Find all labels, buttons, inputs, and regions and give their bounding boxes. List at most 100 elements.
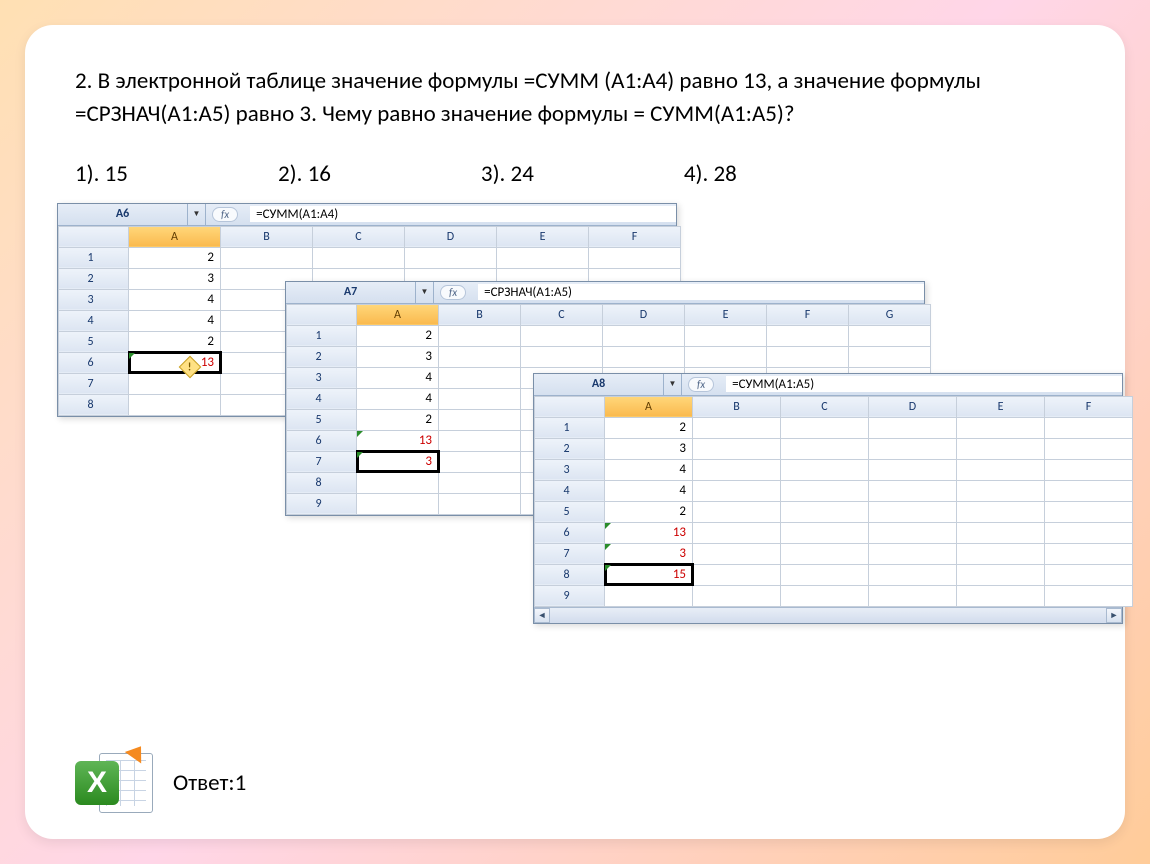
row-header[interactable]: 2 bbox=[287, 346, 357, 367]
name-box[interactable]: A6 bbox=[58, 204, 188, 225]
cell[interactable] bbox=[1045, 564, 1133, 585]
column-header[interactable]: C bbox=[521, 304, 603, 325]
row-header[interactable]: 3 bbox=[59, 289, 129, 310]
row-header[interactable]: 7 bbox=[535, 543, 605, 564]
row-header[interactable]: 5 bbox=[535, 501, 605, 522]
cell[interactable] bbox=[1045, 522, 1133, 543]
cell[interactable]: 2 bbox=[129, 331, 221, 352]
cell[interactable] bbox=[357, 493, 439, 514]
cell[interactable] bbox=[1045, 459, 1133, 480]
cell[interactable] bbox=[781, 480, 869, 501]
column-header[interactable]: C bbox=[313, 226, 405, 247]
cell[interactable] bbox=[129, 394, 221, 415]
cell[interactable] bbox=[357, 472, 439, 493]
cell[interactable]: 3 bbox=[357, 451, 439, 472]
cell[interactable] bbox=[957, 522, 1045, 543]
cell[interactable] bbox=[869, 417, 957, 438]
cell[interactable] bbox=[869, 501, 957, 522]
formula-input[interactable]: =СУММ(A1:A5) bbox=[726, 376, 1122, 392]
column-header[interactable]: B bbox=[439, 304, 521, 325]
cell[interactable] bbox=[869, 459, 957, 480]
cell[interactable] bbox=[439, 493, 521, 514]
cell[interactable]: 2 bbox=[357, 409, 439, 430]
cell[interactable]: 2 bbox=[129, 247, 221, 268]
cell[interactable] bbox=[693, 543, 781, 564]
cell[interactable] bbox=[781, 501, 869, 522]
cell[interactable] bbox=[957, 564, 1045, 585]
cell[interactable] bbox=[129, 373, 221, 394]
cell[interactable] bbox=[497, 247, 589, 268]
cell[interactable] bbox=[439, 472, 521, 493]
column-header[interactable]: G bbox=[849, 304, 931, 325]
cell[interactable]: 3 bbox=[129, 268, 221, 289]
cell[interactable] bbox=[957, 417, 1045, 438]
row-header[interactable]: 1 bbox=[287, 325, 357, 346]
column-header[interactable]: B bbox=[221, 226, 313, 247]
cell[interactable] bbox=[693, 480, 781, 501]
cell[interactable] bbox=[957, 543, 1045, 564]
cell[interactable]: 4 bbox=[357, 388, 439, 409]
cell[interactable] bbox=[439, 367, 521, 388]
row-header[interactable]: 6 bbox=[59, 352, 129, 373]
scroll-left-icon[interactable]: ◄ bbox=[534, 608, 550, 623]
cell[interactable]: 2 bbox=[605, 501, 693, 522]
cell[interactable] bbox=[957, 459, 1045, 480]
row-header[interactable]: 6 bbox=[535, 522, 605, 543]
cell[interactable] bbox=[313, 247, 405, 268]
row-header[interactable]: 7 bbox=[59, 373, 129, 394]
column-header[interactable]: D bbox=[405, 226, 497, 247]
cell[interactable]: 4 bbox=[129, 289, 221, 310]
column-header[interactable]: A bbox=[357, 304, 439, 325]
cell[interactable] bbox=[693, 564, 781, 585]
cell[interactable] bbox=[781, 522, 869, 543]
cell[interactable] bbox=[869, 480, 957, 501]
horizontal-scrollbar[interactable]: ◄ ► bbox=[534, 607, 1122, 623]
cell[interactable]: 15 bbox=[605, 564, 693, 585]
cell[interactable] bbox=[693, 522, 781, 543]
row-header[interactable]: 2 bbox=[59, 268, 129, 289]
row-header[interactable]: 8 bbox=[287, 472, 357, 493]
spreadsheet-grid[interactable]: ABCDEF1223344452613738159 bbox=[534, 396, 1122, 607]
cell[interactable] bbox=[957, 585, 1045, 606]
cell[interactable] bbox=[693, 438, 781, 459]
cell[interactable] bbox=[693, 501, 781, 522]
row-header[interactable]: 2 bbox=[535, 438, 605, 459]
cell[interactable]: 2 bbox=[605, 417, 693, 438]
cell[interactable] bbox=[849, 325, 931, 346]
column-header[interactable]: E bbox=[497, 226, 589, 247]
cell[interactable] bbox=[693, 417, 781, 438]
column-header[interactable]: F bbox=[1045, 396, 1133, 417]
row-header[interactable]: 8 bbox=[535, 564, 605, 585]
cell[interactable] bbox=[957, 438, 1045, 459]
cell[interactable] bbox=[781, 459, 869, 480]
column-header[interactable]: A bbox=[129, 226, 221, 247]
cell[interactable] bbox=[439, 325, 521, 346]
column-header[interactable]: F bbox=[589, 226, 681, 247]
cell[interactable] bbox=[849, 346, 931, 367]
name-box-dropdown-icon[interactable]: ▼ bbox=[188, 204, 206, 225]
cell[interactable] bbox=[957, 501, 1045, 522]
row-header[interactable]: 9 bbox=[535, 585, 605, 606]
cell[interactable] bbox=[439, 346, 521, 367]
cell[interactable] bbox=[439, 388, 521, 409]
column-header[interactable]: D bbox=[603, 304, 685, 325]
cell[interactable] bbox=[439, 430, 521, 451]
cell[interactable] bbox=[693, 459, 781, 480]
cell[interactable] bbox=[1045, 480, 1133, 501]
row-header[interactable]: 9 bbox=[287, 493, 357, 514]
cell[interactable] bbox=[685, 346, 767, 367]
row-header[interactable]: 3 bbox=[287, 367, 357, 388]
name-box-dropdown-icon[interactable]: ▼ bbox=[664, 374, 682, 395]
column-header[interactable]: A bbox=[605, 396, 693, 417]
cell[interactable] bbox=[1045, 543, 1133, 564]
cell[interactable] bbox=[869, 543, 957, 564]
fx-button[interactable]: fx bbox=[688, 377, 714, 392]
cell[interactable] bbox=[1045, 438, 1133, 459]
formula-input[interactable]: =СУММ(A1:A4) bbox=[250, 206, 676, 222]
cell[interactable] bbox=[869, 564, 957, 585]
row-header[interactable]: 3 bbox=[535, 459, 605, 480]
cell[interactable] bbox=[589, 247, 681, 268]
cell[interactable] bbox=[521, 325, 603, 346]
row-header[interactable]: 5 bbox=[59, 331, 129, 352]
cell[interactable]: 2 bbox=[357, 325, 439, 346]
